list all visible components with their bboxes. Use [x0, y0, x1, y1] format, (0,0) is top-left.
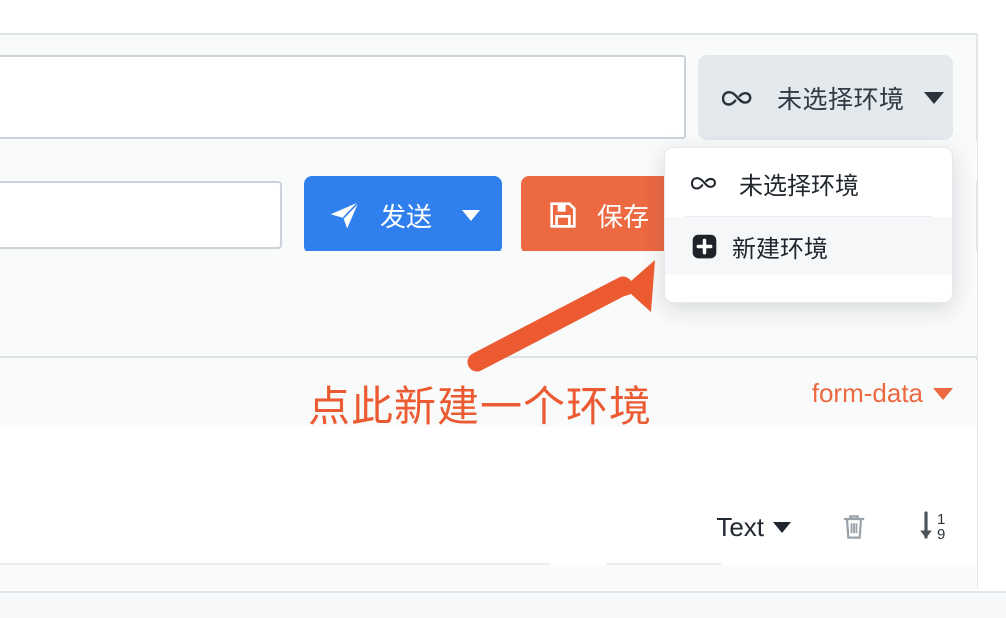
body-type-label: form-data	[811, 378, 923, 408]
environment-dropdown-menu: 未选择环境 新建环境	[664, 147, 953, 303]
environment-selector-label: 未选择环境	[777, 85, 905, 114]
environment-selector-button[interactable]: 未选择环境	[698, 55, 953, 140]
infinity-cloud-icon	[691, 172, 725, 194]
dropdown-item-label: 未选择环境	[739, 172, 859, 200]
chevron-down-icon[interactable]	[462, 209, 481, 221]
floppy-save-icon	[547, 199, 579, 231]
app-root: 未选择环境 发送 保存（ form-data Text 1 9 未选择环境 新建…	[0, 0, 1006, 618]
paper-plane-icon	[328, 198, 362, 232]
secondary-input[interactable]	[0, 181, 282, 249]
svg-text:9: 9	[937, 526, 945, 543]
trash-icon[interactable]	[839, 511, 869, 543]
dropdown-item-new-environment[interactable]: 新建环境	[665, 217, 952, 275]
sort-numeric-down-icon[interactable]: 1 9	[917, 509, 951, 545]
send-button-label: 发送	[380, 201, 433, 232]
infinity-cloud-icon	[722, 85, 762, 111]
panel-bottom-strip	[0, 565, 977, 589]
url-input[interactable]	[0, 55, 686, 139]
table-row-tools: Text 1 9	[716, 509, 951, 545]
value-type-select[interactable]: Text	[716, 512, 791, 543]
dropdown-item-no-environment[interactable]: 未选择环境	[665, 154, 952, 212]
params-table-body: Text 1 9	[0, 427, 977, 565]
chevron-down-icon	[923, 91, 944, 104]
status-bar	[0, 591, 1006, 618]
chevron-down-icon	[933, 387, 953, 400]
plus-square-icon	[691, 233, 718, 260]
value-type-label: Text	[716, 511, 764, 542]
body-type-select[interactable]: form-data	[812, 378, 953, 409]
annotation-text: 点此新建一个环境	[308, 383, 653, 430]
dropdown-item-label: 新建环境	[732, 235, 828, 263]
send-button[interactable]: 发送	[304, 176, 502, 254]
chevron-down-icon	[773, 521, 791, 533]
